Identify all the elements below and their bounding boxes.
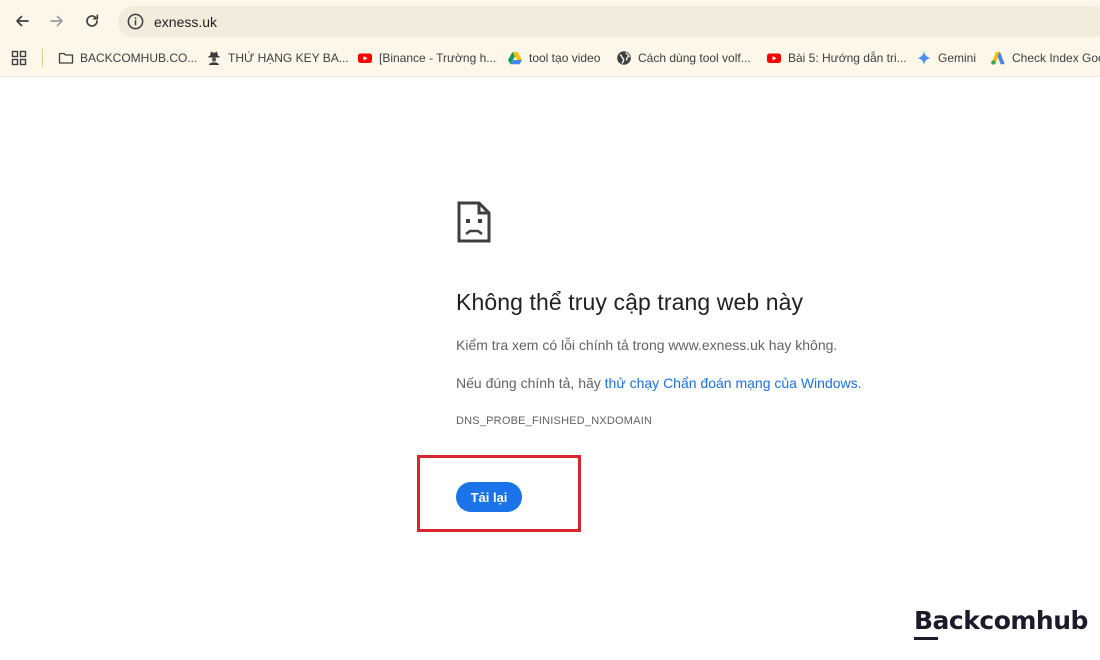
bookmark-item[interactable]: [Binance - Trường h... [357,47,496,69]
bookmark-label: BACKCOMHUB.CO... [80,51,198,65]
network-diagnostics-link[interactable]: thử chạy Chẩn đoán mạng của Windows [605,375,858,391]
youtube-icon [358,53,372,63]
error-title: Không thể truy cập trang web này [456,289,804,315]
error-diagnostics-text: Nếu đúng chính tả, hãy thử chạy Chẩn đoá… [456,375,862,391]
bookmark-item[interactable]: THỨ HẠNG KEY BA... [206,47,349,69]
bookmark-label: tool tạo video [529,51,601,65]
bookmark-item[interactable]: tool tạo video [507,47,600,69]
forward-button[interactable] [45,9,69,33]
folder-icon [58,52,74,64]
error-suggestion-text: Kiểm tra xem có lỗi chính tả trong www.e… [456,337,838,353]
info-icon[interactable] [126,12,145,31]
bookmark-label: Check Index Goo [1012,51,1100,65]
drive-icon [508,52,522,65]
arrow-left-icon [16,15,29,27]
bookmark-label: Cách dùng tool volf... [638,51,751,65]
youtube-icon [767,53,781,63]
address-bar[interactable]: exness.uk [118,6,1100,37]
reload-button[interactable]: Tải lại [456,482,522,512]
sad-file-icon [457,201,491,243]
back-button[interactable] [10,9,34,33]
reload-page-button[interactable] [80,9,104,33]
bookmarks-bar: BACKCOMHUB.CO... THỨ HẠNG KEY BA... [Bin… [0,45,1100,71]
spy-icon [208,51,220,65]
bookmark-item[interactable]: BACKCOMHUB.CO... [58,47,197,69]
bookmark-item[interactable]: Cách dùng tool volf... [616,47,751,69]
diagnostics-suffix: . [857,375,862,391]
logo-underline [914,637,938,640]
apps-grid-icon[interactable] [11,50,27,66]
bookmarks-separator [42,49,43,67]
globe-icon [617,51,631,65]
navigation-bar: exness.uk [0,0,1100,42]
error-code: DNS_PROBE_FINISHED_NXDOMAIN [456,415,653,427]
bookmark-item[interactable]: Gemini [916,47,976,69]
bookmark-item[interactable]: Bài 5: Hướng dẫn tri... [766,47,907,69]
brand-logo: Backcomhub [914,606,1088,635]
refresh-icon [86,14,99,27]
gemini-icon [917,51,931,65]
browser-chrome: exness.uk BACKCOMHUB.CO... THỨ HẠNG KEY … [0,0,1100,77]
url-text[interactable]: exness.uk [154,14,217,30]
diagnostics-prefix: Nếu đúng chính tả, hãy [456,375,605,391]
bookmark-label: Gemini [938,51,977,65]
bookmark-label: THỨ HẠNG KEY BA... [228,51,349,65]
bookmark-item[interactable]: Check Index Goo [990,47,1100,69]
bookmark-label: Bài 5: Hướng dẫn tri... [788,51,907,65]
ads-icon [991,51,1005,65]
arrow-right-icon [50,15,63,27]
bookmark-label: [Binance - Trường h... [379,51,497,65]
